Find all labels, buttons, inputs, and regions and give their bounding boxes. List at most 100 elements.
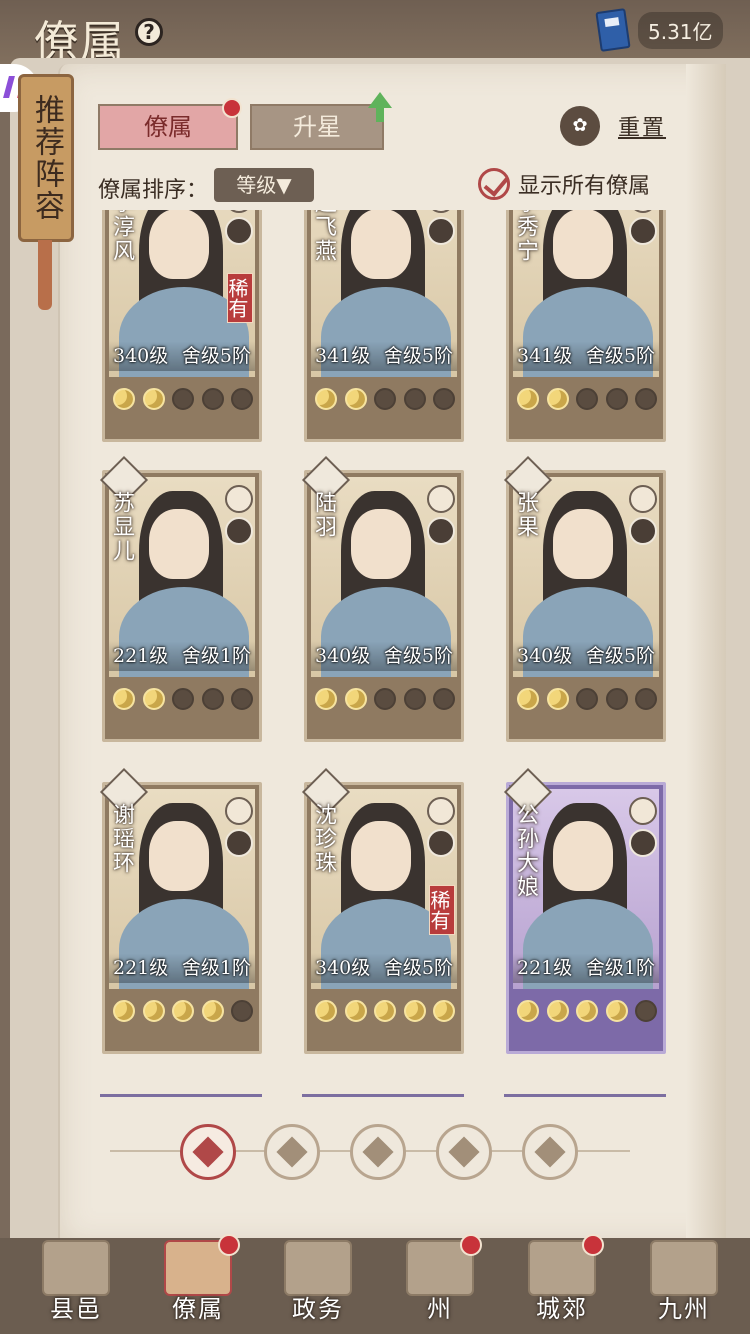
sort-dropdown[interactable]: 等级▼ (214, 168, 314, 202)
figure-head (553, 210, 613, 279)
nav-item[interactable]: 僚属 (150, 1232, 246, 1332)
card-level-row: 340级 舍级5阶 (311, 641, 457, 671)
nav-label: 州 (427, 1295, 453, 1323)
nav-item[interactable]: 县邑 (28, 1232, 124, 1332)
card-avatar-icon (629, 517, 657, 545)
subordinate-card-grid: 李淳风 稀有 340级 舍级5阶 赵飞燕 341级 舍级5阶 李秀宁 341级 … (90, 210, 690, 1100)
card-level-row: 341级 舍级5阶 (311, 341, 457, 371)
cat-filter-icon[interactable] (350, 1124, 406, 1180)
moon-icon (344, 688, 367, 710)
grid-divider (100, 1094, 262, 1097)
subordinate-card[interactable]: 苏显儿 221级 舍级1阶 (99, 455, 262, 742)
card-avatar-icon (225, 829, 253, 857)
book-currency-icon (595, 8, 631, 52)
card-avatar-icon (427, 829, 455, 857)
card-name: 李秀宁 (513, 210, 538, 263)
moon-icon (403, 688, 426, 710)
card-rank: 舍级1阶 (181, 957, 251, 979)
nav-item[interactable]: 城郊 (514, 1232, 610, 1332)
moon-icon (635, 688, 657, 710)
helmet-filter-icon[interactable] (264, 1124, 320, 1180)
moon-rating (113, 995, 253, 1027)
card-rank: 舍级5阶 (383, 345, 453, 367)
moon-icon (374, 688, 396, 710)
show-all-toggle[interactable]: 显示所有僚属 (478, 168, 650, 200)
nav-item[interactable]: 州 (392, 1232, 488, 1332)
card-level: 221级 (113, 957, 169, 979)
moon-icon (201, 388, 224, 410)
checkmark-icon (478, 168, 510, 200)
moon-icon (605, 688, 628, 710)
nav-item[interactable]: 政务 (270, 1232, 366, 1332)
subordinate-card[interactable]: 李淳风 稀有 340级 舍级5阶 (102, 210, 262, 442)
card-level-row: 221级 舍级1阶 (109, 641, 255, 671)
figure-head (351, 210, 411, 279)
card-attribute-icon (225, 485, 253, 513)
moon-rating (315, 683, 455, 715)
tab-subordinates[interactable]: 僚属 (98, 104, 238, 150)
card-attribute-icon (629, 485, 657, 513)
card-level: 340级 (315, 957, 371, 979)
moon-icon (172, 388, 194, 410)
card-level: 221级 (517, 957, 573, 979)
reset-icon: ✿ (560, 106, 600, 146)
moon-icon (517, 388, 539, 410)
subordinate-card[interactable]: 陆羽 340级 舍级5阶 (301, 455, 464, 742)
subordinate-card[interactable]: 李秀宁 341级 舍级5阶 (506, 210, 666, 442)
fan-filter-icon[interactable] (436, 1124, 492, 1180)
subordinate-card[interactable]: 张果 340级 舍级5阶 (503, 455, 666, 742)
moon-rating (315, 995, 455, 1027)
nav-building-icon (650, 1240, 718, 1296)
moon-rating (517, 683, 657, 715)
nav-building-icon (284, 1240, 352, 1296)
tab-subordinates-label: 僚属 (144, 113, 192, 141)
currency-value: 5.31亿 (638, 11, 723, 49)
card-rank: 舍级5阶 (585, 645, 655, 667)
figure-head (149, 210, 209, 279)
nav-badge (460, 1234, 482, 1256)
all-filter-icon[interactable] (180, 1124, 236, 1180)
card-level-row: 340级 舍级5阶 (109, 341, 255, 371)
card-avatar-icon (225, 517, 253, 545)
card-level: 340级 (113, 345, 169, 367)
figure-head (351, 509, 411, 579)
moon-icon (201, 1000, 224, 1022)
moon-icon (605, 388, 628, 410)
card-avatar-icon (629, 217, 657, 245)
subordinate-card[interactable]: 赵飞燕 341级 舍级5阶 (304, 210, 464, 442)
moon-icon (576, 1000, 598, 1022)
reset-button[interactable]: ✿ 重置 (560, 104, 690, 148)
moon-icon (576, 388, 598, 410)
grid-divider (302, 1094, 464, 1097)
sort-label: 僚属排序： (98, 178, 209, 203)
show-all-label: 显示所有僚属 (518, 174, 651, 199)
moon-icon (113, 688, 135, 710)
card-level: 340级 (517, 645, 573, 667)
subordinate-card[interactable]: 沈珍珠 稀有 340级 舍级5阶 (301, 767, 464, 1054)
moon-icon (344, 388, 367, 410)
card-level: 221级 (113, 645, 169, 667)
mountain-filter-icon[interactable] (522, 1124, 578, 1180)
currency-display[interactable]: 5.31亿 (595, 8, 730, 52)
tassel-decoration (38, 240, 52, 310)
moon-icon (635, 388, 657, 410)
nav-label: 政务 (292, 1295, 344, 1323)
subordinate-card[interactable]: 公孙大娘 221级 舍级1阶 (503, 767, 666, 1054)
moon-rating (315, 383, 455, 415)
moon-icon (433, 1000, 455, 1022)
upgrade-arrow-icon (368, 92, 392, 122)
subordinate-card[interactable]: 谢瑶环 221级 舍级1阶 (99, 767, 262, 1054)
help-icon[interactable]: ? (135, 18, 163, 46)
card-name: 沈珍珠 (311, 803, 336, 875)
moon-icon (546, 388, 569, 410)
tab-star-up[interactable]: 升星 (250, 104, 384, 150)
recommended-lineup-tab[interactable]: 推荐阵容 (18, 74, 74, 242)
card-level-row: 340级 舍级5阶 (311, 953, 457, 983)
reset-label: 重置 (618, 116, 667, 141)
rare-badge: 稀有 (225, 273, 253, 323)
moon-rating (517, 995, 657, 1027)
nav-badge (582, 1234, 604, 1256)
moon-icon (546, 688, 569, 710)
moon-rating (113, 683, 253, 715)
nav-item[interactable]: 九州 (636, 1232, 732, 1332)
